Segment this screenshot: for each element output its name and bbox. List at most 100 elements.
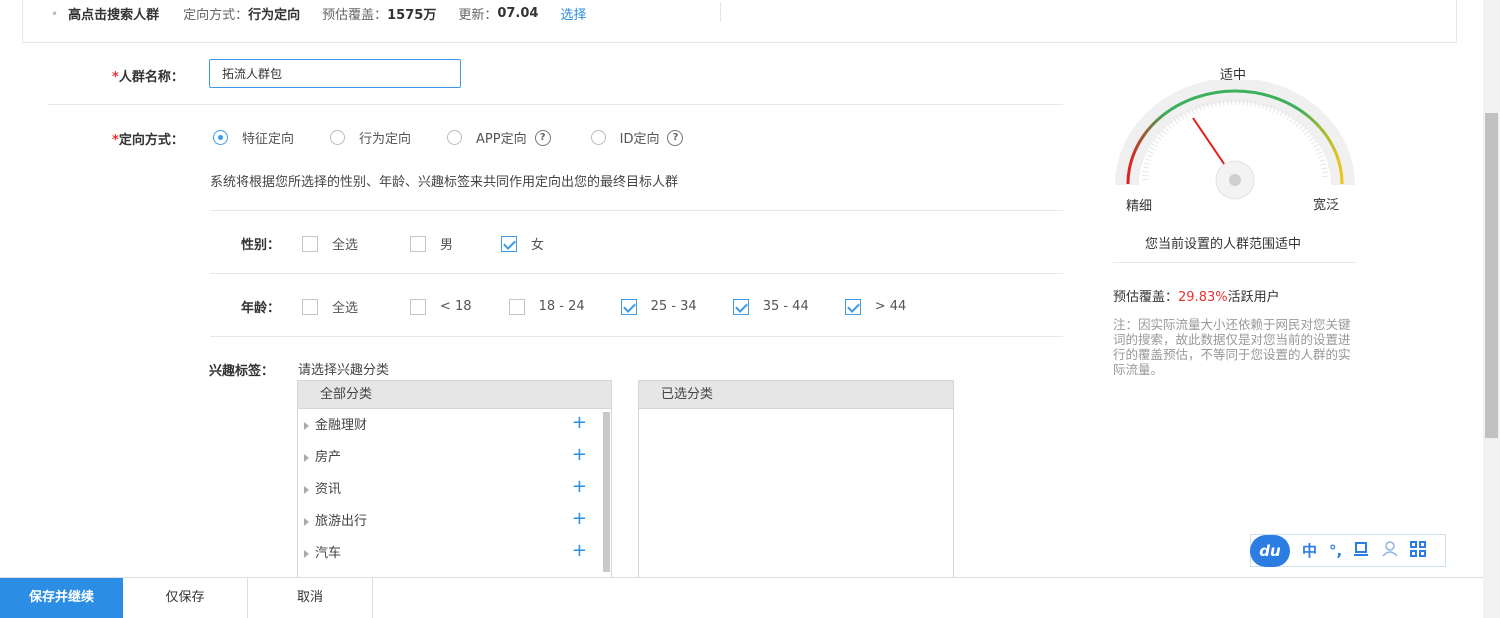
ime-punct-toggle[interactable]: °,: [1329, 542, 1342, 560]
radio-ring[interactable]: [213, 130, 228, 145]
checkbox-box[interactable]: [410, 235, 427, 252]
category-scrollbar[interactable]: [603, 412, 610, 572]
coverage-key: 预估覆盖：: [322, 8, 388, 23]
gender-male-checkbox[interactable]: 男: [410, 234, 453, 253]
category-item-realestate[interactable]: 房产 +: [298, 442, 601, 474]
radio-label: ID定向: [619, 132, 660, 147]
radio-ring[interactable]: [330, 130, 346, 145]
gauge-right-label: 宽泛: [1313, 198, 1340, 213]
age-under-18-checkbox[interactable]: < 18: [410, 298, 472, 315]
gauge-left-label: 精细: [1126, 199, 1153, 214]
checkbox-label: < 18: [440, 299, 472, 314]
interest-hint: 请选择兴趣分类: [298, 363, 390, 378]
expand-arrow-icon[interactable]: [304, 421, 309, 430]
radio-label: 行为定向: [359, 132, 412, 147]
category-label: 旅游出行: [315, 514, 368, 529]
required-mark: *: [112, 70, 119, 85]
checkbox-label: 女: [531, 238, 545, 253]
gauge-hub-center: [1229, 174, 1241, 186]
targeting-method-label: *定向方式：: [112, 129, 184, 148]
ime-logo[interactable]: du: [1250, 534, 1290, 567]
page-scrollbar-thumb[interactable]: [1485, 113, 1498, 438]
ime-toolbar[interactable]: du 中 °,: [1250, 534, 1446, 567]
add-icon[interactable]: +: [572, 439, 587, 471]
save-only-button[interactable]: 仅保存: [123, 578, 248, 618]
add-icon[interactable]: +: [572, 535, 587, 567]
expand-arrow-icon[interactable]: [304, 517, 309, 526]
radio-behavior-targeting[interactable]: 行为定向: [330, 128, 411, 147]
gender-label: 性别：: [241, 238, 281, 253]
category-label: 房产: [315, 450, 342, 465]
crowd-name-input[interactable]: [209, 59, 461, 88]
cup-icon[interactable]: [1354, 541, 1370, 560]
checkbox-box[interactable]: [620, 298, 637, 315]
add-icon[interactable]: +: [572, 407, 587, 439]
radio-feature-targeting[interactable]: 特征定向: [213, 128, 294, 147]
category-label: 资讯: [315, 482, 342, 497]
checkbox-box[interactable]: [732, 298, 749, 315]
radio-id-targeting[interactable]: ID定向?: [590, 128, 684, 147]
age-label: 年龄：: [241, 301, 281, 316]
expand-arrow-icon[interactable]: [304, 453, 309, 462]
add-icon[interactable]: +: [572, 503, 587, 535]
divider: [1113, 262, 1356, 263]
targeting-description: 系统将根据您所选择的性别、年龄、兴趣标签来共同作用定向出您的最终目标人群: [210, 175, 679, 190]
radio-app-targeting[interactable]: APP定向?: [447, 128, 551, 147]
expand-arrow-icon[interactable]: [304, 549, 309, 558]
category-item-auto[interactable]: 汽车 +: [298, 538, 601, 570]
checkbox-box[interactable]: [302, 298, 318, 315]
targeting-method-label-text: 定向方式：: [118, 133, 184, 148]
gender-female-checkbox[interactable]: 女: [501, 234, 544, 253]
checkbox-box[interactable]: [410, 298, 427, 315]
save-continue-button[interactable]: 保存并继续: [0, 578, 123, 618]
select-link[interactable]: 选择: [560, 4, 586, 23]
checkbox-label: 全选: [332, 238, 359, 253]
all-categories-title: 全部分类: [298, 381, 611, 409]
age-options: 全选 < 18 18 - 24 25 - 34 35 - 44 > 44: [302, 297, 906, 316]
update-key: 更新：: [458, 8, 498, 23]
category-list: 金融理财 + 房产 + 资讯 + 旅游出行 + 汽车 +: [298, 410, 601, 570]
checkbox-box[interactable]: [508, 298, 525, 315]
question-circle-icon[interactable]: ?: [534, 129, 551, 146]
action-bar: 保存并继续 仅保存 取消: [0, 577, 1483, 618]
age-18-24-checkbox[interactable]: 18 - 24: [508, 298, 585, 315]
checkbox-box[interactable]: [501, 235, 518, 252]
method-key: 定向方式：: [183, 8, 249, 23]
page-scrollbar[interactable]: [1483, 0, 1500, 618]
divider: [210, 273, 1063, 274]
checkbox-label: 男: [440, 238, 454, 253]
targeting-method-radios: 特征定向 行为定向 APP定向? ID定向?: [213, 128, 719, 147]
crowd-name: 高点击搜索人群: [68, 8, 160, 23]
coverage-note: 注：因实际流量大小还依赖于网民对您关键词的搜索，故此数据仅是对您当前的设置进行的…: [1113, 317, 1351, 377]
age-25-34-checkbox[interactable]: 25 - 34: [620, 298, 697, 315]
age-35-44-checkbox[interactable]: 35 - 44: [732, 298, 809, 315]
gauge-status: 您当前设置的人群范围适中: [1145, 237, 1302, 252]
gender-all-checkbox[interactable]: 全选: [302, 234, 358, 253]
grid-icon[interactable]: [1410, 540, 1427, 561]
checkbox-box[interactable]: [844, 298, 861, 315]
add-icon[interactable]: +: [572, 471, 587, 503]
ime-lang-toggle[interactable]: 中: [1302, 540, 1317, 561]
user-icon[interactable]: [1382, 540, 1398, 561]
gender-options: 全选 男 女: [302, 234, 544, 253]
category-item-news[interactable]: 资讯 +: [298, 474, 601, 506]
age-over-44-checkbox[interactable]: > 44: [844, 298, 907, 315]
coverage-percent: 29.83%: [1178, 290, 1228, 305]
checkbox-box[interactable]: [302, 235, 318, 252]
category-item-travel[interactable]: 旅游出行 +: [298, 506, 601, 538]
radio-ring[interactable]: [447, 130, 463, 145]
coverage-estimate: 预估覆盖：29.83%活跃用户: [1113, 286, 1280, 305]
age-all-checkbox[interactable]: 全选: [302, 297, 358, 316]
required-mark: *: [112, 133, 119, 148]
cancel-button[interactable]: 取消: [248, 578, 373, 618]
category-item-finance[interactable]: 金融理财 +: [298, 410, 601, 442]
coverage-suffix: 活跃用户: [1227, 290, 1280, 305]
radio-ring[interactable]: [590, 130, 606, 145]
coverage-prefix: 预估覆盖：: [1113, 290, 1179, 305]
radio-label: APP定向: [476, 132, 527, 147]
selected-categories-panel: 已选分类: [638, 380, 954, 590]
expand-arrow-icon[interactable]: [304, 485, 309, 494]
checkbox-label: > 44: [874, 299, 907, 314]
coverage-value: 1575万: [387, 8, 437, 23]
question-circle-icon[interactable]: ?: [667, 129, 684, 146]
